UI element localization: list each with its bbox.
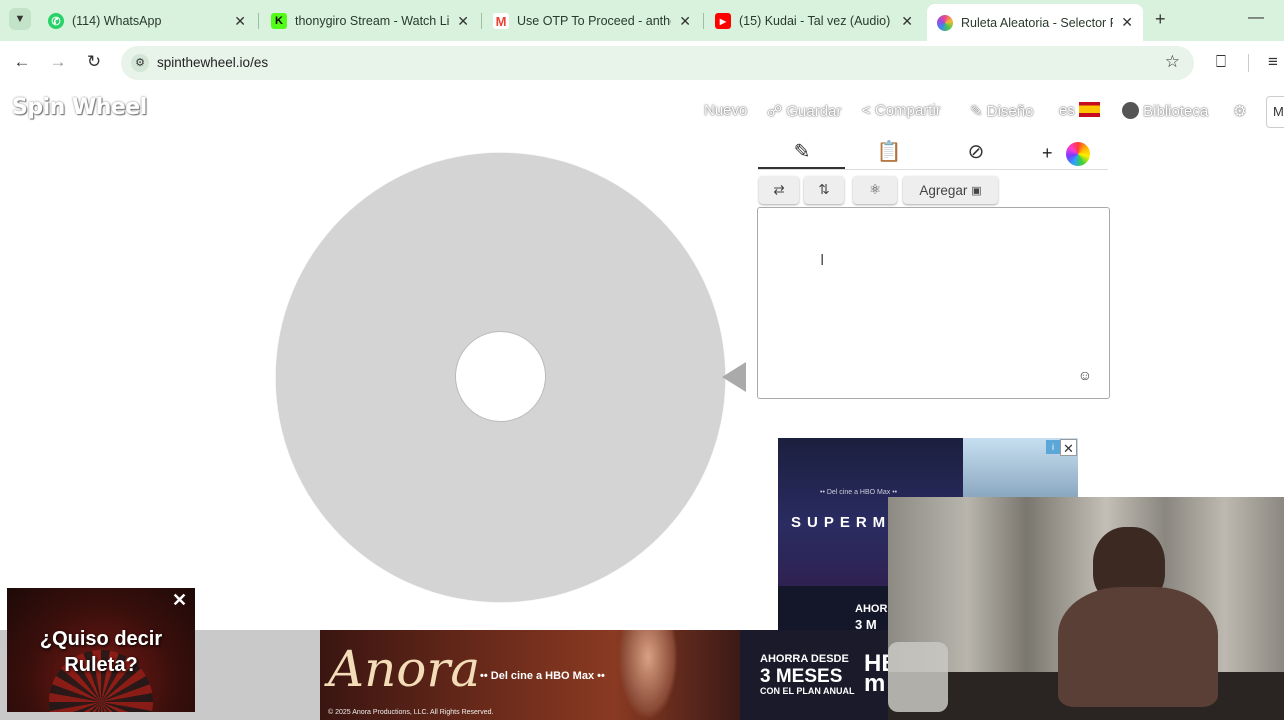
settings-badge-icon: ⚛ (868, 182, 882, 197)
text-cursor-icon: I (820, 252, 825, 269)
youtube-icon: ▶ (715, 13, 731, 29)
advanced-button[interactable]: ⚛ (853, 176, 897, 204)
shuffle-icon: ⇄ (773, 182, 785, 197)
save-icon: ☍ (767, 103, 787, 120)
wheel-center-button[interactable] (455, 331, 546, 422)
side-menu-button[interactable]: M (1266, 96, 1284, 128)
tab-ruleta-active[interactable]: Ruleta Aleatoria - Selector P ✕ (927, 4, 1143, 41)
pencil-icon: ✎ (970, 103, 987, 120)
toolbar-divider (1248, 54, 1249, 72)
nav-biblioteca[interactable]: Biblioteca (1122, 102, 1208, 120)
ad-tagline: •• Del cine a HBO Max •• (820, 489, 898, 496)
ad-anora-photo (618, 630, 678, 720)
ad-hbo-offer-2: 3 MESES (760, 666, 843, 687)
tab-whatsapp[interactable]: ✆ (114) WhatsApp ✕ (38, 5, 256, 37)
ad-title: SUPERM (791, 514, 892, 531)
browser-tab-strip: ▼ ✆ (114) WhatsApp ✕ K thonygiro Stream … (0, 0, 1284, 41)
ad-offer-months: 3 M (855, 617, 877, 630)
whatsapp-icon: ✆ (48, 13, 64, 29)
tab-kick-stream[interactable]: K thonygiro Stream - Watch Li ✕ (261, 5, 479, 37)
tab-title: (15) Kudai - Tal vez (Audio) - (739, 14, 894, 28)
close-icon[interactable]: ✕ (172, 590, 187, 611)
nav-compartir[interactable]: < Compartir (862, 102, 941, 119)
tab-youtube[interactable]: ▶ (15) Kudai - Tal vez (Audio) - ✕ (705, 5, 923, 37)
close-icon[interactable]: ✕ (457, 13, 469, 30)
spain-flag-icon (1079, 102, 1101, 117)
emoji-icon[interactable]: ☺ (1078, 367, 1092, 383)
ad-info-icon[interactable]: i (1046, 440, 1060, 454)
nav-guardar[interactable]: ☍ Guardar (767, 102, 841, 120)
sort-icon: ⇅ (818, 182, 830, 197)
close-icon[interactable]: ✕ (679, 13, 691, 30)
tab-title: Ruleta Aleatoria - Selector P (961, 15, 1114, 30)
browser-toolbar: ← → ↻ ⚙ spinthewheel.io/es ☆ ⎕ ≡ (0, 41, 1284, 85)
nav-language-label: es (1059, 102, 1075, 119)
wheel-pointer-arrow (722, 362, 746, 392)
ad-hbo-offer-3: CON EL PLAN ANUAL (760, 686, 855, 696)
ad-hbo-offer-1: AHORRA DESDE (760, 653, 849, 665)
close-icon[interactable]: ✕ (1060, 439, 1077, 456)
ruleta-ad[interactable]: ¿Quiso decir Ruleta? ✕ (7, 588, 195, 712)
share-icon: < (862, 102, 875, 119)
ad-anora-copyright: © 2025 Anora Productions, LLC. All Right… (328, 709, 494, 716)
spinthewheel-icon (937, 14, 953, 31)
globe-icon (1122, 102, 1139, 119)
nav-language[interactable]: es (1059, 102, 1101, 119)
url-text: spinthewheel.io/es (157, 55, 269, 70)
settings-icon[interactable]: ⚙ (1233, 102, 1246, 120)
color-wheel-icon[interactable] (1066, 142, 1090, 166)
close-icon[interactable]: ✕ (234, 13, 246, 30)
close-icon[interactable]: ✕ (1121, 14, 1133, 31)
tab-entries-pencil-icon[interactable]: ✎ (758, 139, 846, 169)
add-wheel-button[interactable]: + (1042, 143, 1053, 164)
tab-results-clipboard-icon[interactable]: 📋 (845, 139, 933, 169)
close-icon[interactable]: ✕ (901, 13, 913, 30)
entries-textarea[interactable]: I ☺ (757, 207, 1110, 399)
shuffle-button[interactable]: ⇄ (759, 176, 799, 204)
reading-list-icon[interactable]: ≡ (1262, 52, 1284, 72)
tab-gmail[interactable]: M Use OTP To Proceed - antho ✕ (483, 5, 701, 37)
back-arrow-icon[interactable]: ← (11, 52, 33, 72)
tab-title: Use OTP To Proceed - antho (517, 14, 672, 28)
site-info-icon[interactable]: ⚙ (131, 54, 149, 72)
site-logo[interactable]: Spin Wheel (12, 95, 147, 120)
hbo-max-ad[interactable]: AHORRA DESDE 3 MESES CON EL PLAN ANUAL H… (740, 630, 899, 720)
nav-guardar-label: Guardar (786, 103, 842, 120)
webcam-body (1058, 587, 1218, 707)
nav-compartir-label: Compartir (874, 102, 941, 119)
add-image-label: Agregar (919, 182, 968, 198)
tab-search-chevron-icon[interactable]: ▼ (9, 8, 31, 30)
add-image-button[interactable]: Agregar ▣ (903, 176, 998, 204)
nav-biblioteca-label: Biblioteca (1143, 103, 1209, 120)
nav-diseno-label: Diseño (986, 103, 1034, 120)
forward-arrow-icon[interactable]: → (47, 52, 69, 72)
ruleta-ad-text: ¿Quiso decir Ruleta? (39, 628, 163, 676)
ad-anora-title: Anora (328, 640, 481, 698)
new-tab-button[interactable]: + (1155, 9, 1166, 30)
image-icon: ▣ (971, 184, 982, 197)
tab-divider (758, 169, 1108, 170)
reload-icon[interactable]: ↻ (83, 52, 105, 72)
tab-title: thonygiro Stream - Watch Li (295, 14, 450, 28)
kick-icon: K (271, 13, 287, 29)
extensions-icon[interactable]: ⎕ (1210, 52, 1232, 72)
anora-ad[interactable]: Anora •• Del cine a HBO Max •• © 2025 An… (320, 630, 740, 720)
webcam-jug (888, 642, 948, 712)
address-bar[interactable]: ⚙ spinthewheel.io/es ☆ (121, 46, 1194, 80)
nav-nuevo[interactable]: Nuevo (704, 102, 747, 119)
gmail-icon: M (493, 13, 509, 29)
bookmark-star-icon[interactable]: ☆ (1165, 52, 1180, 72)
nav-diseno[interactable]: ✎ Diseño (970, 102, 1033, 120)
active-tab-indicator (758, 167, 845, 169)
minimize-icon[interactable]: — (1248, 9, 1264, 27)
sort-button[interactable]: ⇅ (804, 176, 844, 204)
tab-title: (114) WhatsApp (72, 14, 162, 28)
ad-anora-tagline: •• Del cine a HBO Max •• (480, 670, 605, 682)
tab-hide-eye-icon[interactable]: ⊘ (932, 139, 1020, 169)
webcam-overlay (888, 497, 1284, 720)
